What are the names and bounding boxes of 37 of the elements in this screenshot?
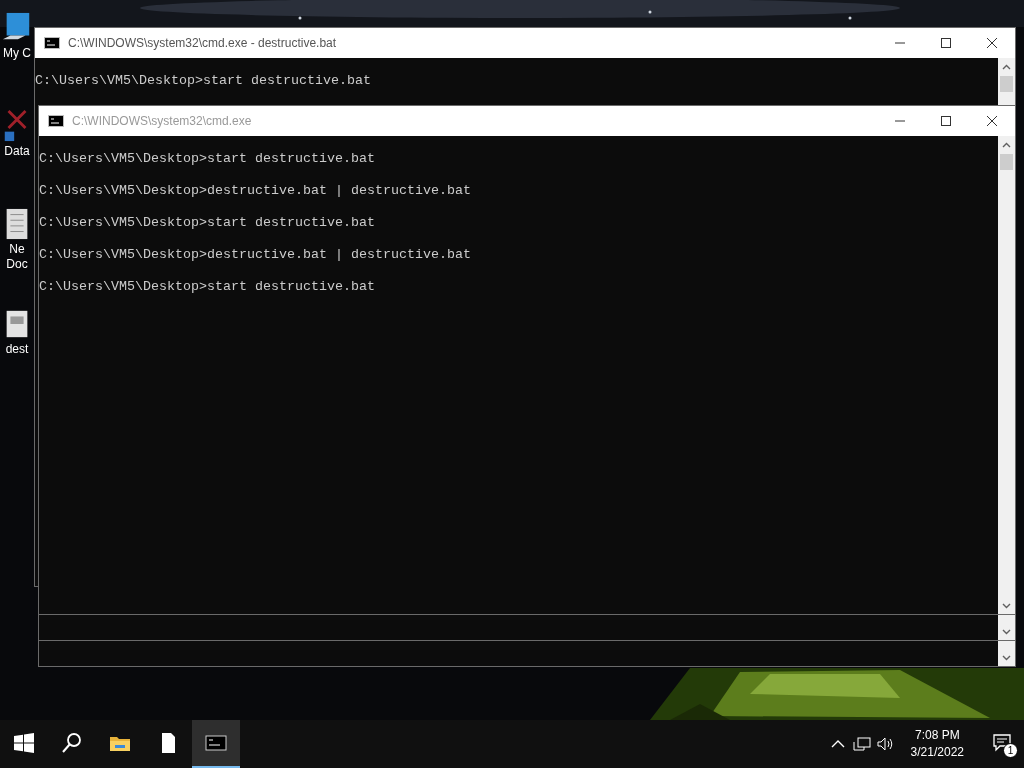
scroll-down-icon[interactable] xyxy=(1002,628,1011,635)
network-icon[interactable] xyxy=(852,736,871,752)
scroll-thumb[interactable] xyxy=(1000,154,1013,170)
icon-label: My C xyxy=(3,46,31,61)
scrollbar[interactable] xyxy=(998,136,1015,614)
close-icon[interactable] xyxy=(987,38,997,48)
icon-label: Ne Doc xyxy=(6,242,28,272)
scroll-down-icon[interactable] xyxy=(1002,654,1011,661)
console-line: C:\Users\VM5\Desktop>start destructive.bat xyxy=(39,150,375,168)
maximize-icon[interactable] xyxy=(941,38,951,48)
clock[interactable]: 7:08 PM 3/21/2022 xyxy=(910,727,964,761)
notifications-icon[interactable] xyxy=(992,732,1012,752)
console-line: C:\Users\VM5\Desktop>destructive.bat | destructive.bat xyxy=(39,246,471,264)
terminal-icon xyxy=(48,115,64,127)
maximize-icon[interactable] xyxy=(941,116,951,126)
terminal-icon xyxy=(205,732,227,754)
icon-label: Data xyxy=(4,144,30,159)
search-icon xyxy=(61,732,83,754)
console-line: C:\Users\VM5\Desktop>destructive.bat | destructive.bat xyxy=(39,182,471,200)
taskbar-button[interactable] xyxy=(192,720,240,768)
notification-count: 1 xyxy=(1003,743,1018,758)
console-line: C:\Users\VM5\Desktop>start destructive.bat xyxy=(35,72,371,90)
scroll-thumb[interactable] xyxy=(1000,76,1013,92)
volume-icon[interactable] xyxy=(876,736,895,752)
scroll-down-icon[interactable] xyxy=(1002,602,1011,609)
scroll-up-icon[interactable] xyxy=(1002,141,1011,148)
console-line: C:\Users\VM5\Desktop>start destructive.bat xyxy=(39,214,375,232)
close-icon[interactable] xyxy=(987,116,997,126)
window-title: C:\WINDOWS\system32\cmd.exe - destructive.bat xyxy=(68,36,338,50)
window-title: C:\WINDOWS\system32\cmd.exe xyxy=(72,114,253,128)
icon-label: dest xyxy=(5,342,29,357)
console-line: C:\Users\VM5\Desktop>start destructive.bat xyxy=(39,278,375,296)
terminal-icon xyxy=(44,37,60,49)
clock-time: 7:08 PM xyxy=(914,727,960,744)
clock-date: 3/21/2022 xyxy=(910,744,964,761)
scroll-up-icon[interactable] xyxy=(1002,63,1011,70)
windows-icon xyxy=(13,732,35,754)
